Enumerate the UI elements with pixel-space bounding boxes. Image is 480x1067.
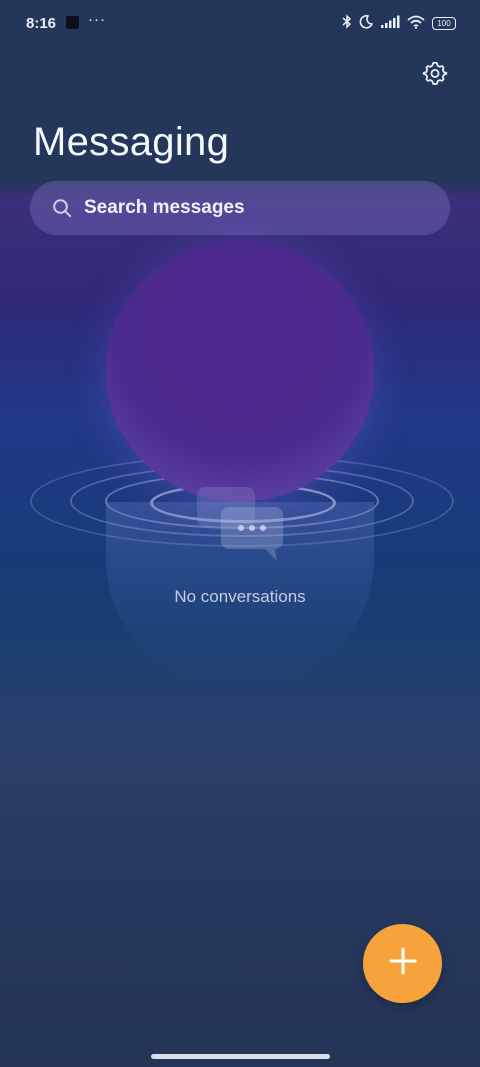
home-indicator[interactable]: [151, 1054, 330, 1059]
empty-state-label: No conversations: [174, 587, 306, 606]
status-icons: 100: [342, 14, 456, 33]
signal-strength-icon: [380, 15, 400, 32]
search-bar[interactable]: Search messages: [30, 181, 450, 235]
messaging-screen: 8:16 ··· 100 Messaging Search messages N…: [0, 0, 480, 1067]
search-icon: [52, 198, 72, 218]
page-title: Messaging: [33, 120, 230, 164]
chat-bubbles-icon: [197, 487, 283, 561]
sphere-graphic: [106, 240, 374, 502]
wifi-icon: [407, 15, 425, 33]
more-notifications-icon: ···: [88, 11, 106, 28]
search-placeholder[interactable]: Search messages: [84, 197, 245, 219]
battery-icon: 100: [432, 17, 456, 30]
plus-icon: [389, 947, 417, 980]
status-time: 8:16: [26, 15, 57, 32]
notification-app-icon: [66, 16, 79, 29]
status-bar: 8:16 ··· 100: [0, 0, 480, 48]
empty-state-illustration: No conversations: [0, 240, 480, 720]
gear-icon: [422, 60, 448, 91]
settings-button[interactable]: [420, 60, 450, 90]
do-not-disturb-moon-icon: [359, 14, 374, 33]
bluetooth-icon: [342, 14, 352, 33]
new-conversation-button[interactable]: [363, 924, 442, 1003]
